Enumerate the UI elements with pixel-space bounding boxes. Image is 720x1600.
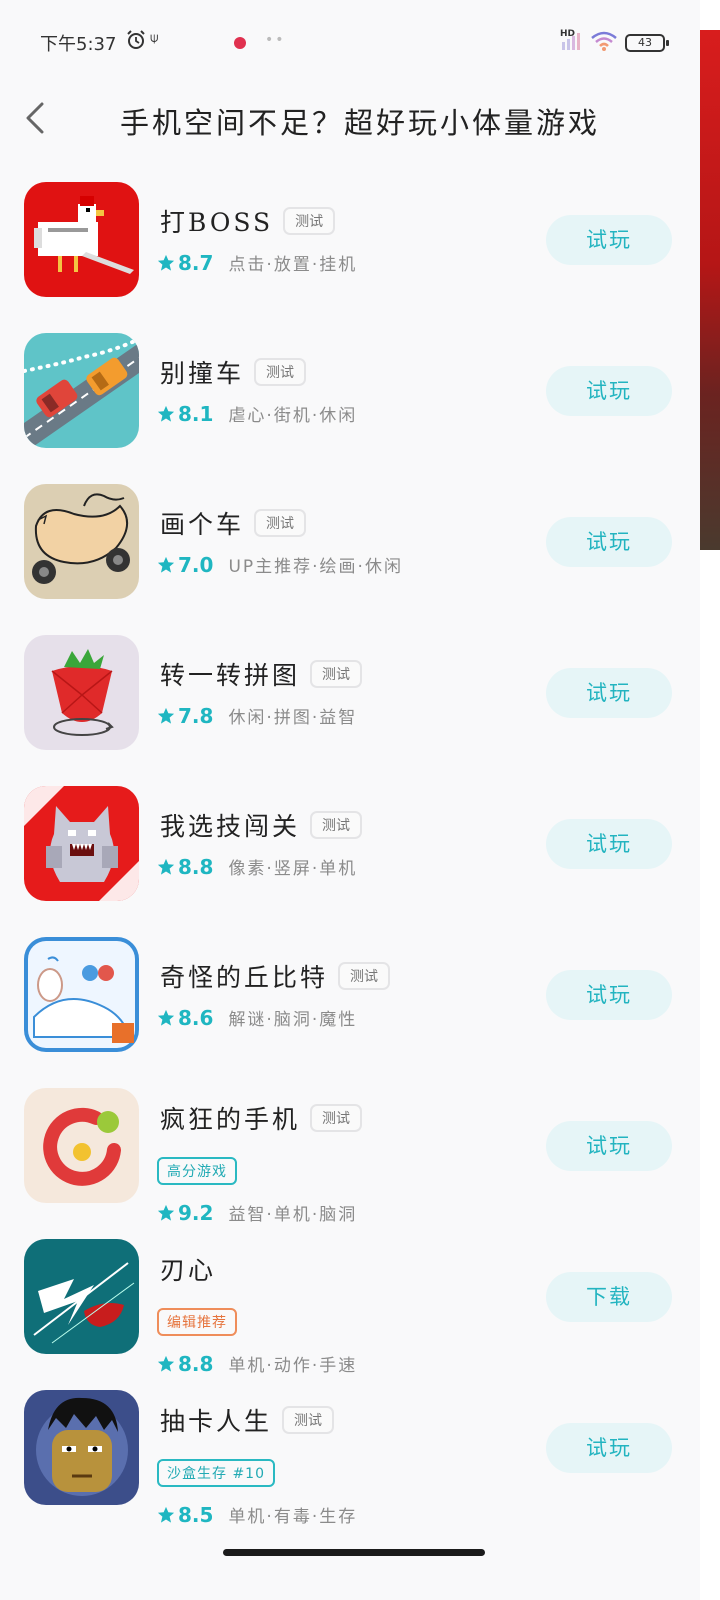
game-row[interactable]: 画个车 测试 7.0 UP主推荐·绘画·休闲 试玩: [0, 472, 700, 623]
cupid-game-icon[interactable]: [24, 937, 139, 1052]
star-icon: [157, 556, 175, 573]
game-row[interactable]: 奇怪的丘比特 测试 8.6 解谜·脑洞·魔性 试玩: [0, 925, 700, 1076]
game-list: 打BOSS 测试 8.7 点击·放置·挂机 试玩 别撞车 测试 8.1 虐心·街…: [0, 170, 700, 1529]
game-name[interactable]: 奇怪的丘比特: [160, 958, 328, 994]
werewolf-game-icon[interactable]: [24, 786, 139, 901]
usb-icon: ⍦: [150, 30, 159, 46]
game-row[interactable]: 转一转拼图 测试 7.8 休闲·拼图·益智 试玩: [0, 623, 700, 774]
game-tags: 解谜·脑洞·魔性: [228, 1010, 358, 1030]
try-play-button[interactable]: 试玩: [546, 1121, 672, 1171]
star-icon: [157, 1009, 175, 1026]
beta-tag: 测试: [282, 1406, 335, 1434]
rating: 8.8: [178, 854, 214, 879]
try-play-button[interactable]: 试玩: [546, 215, 672, 265]
page-title: 手机空间不足？超好玩小体量游戏: [119, 106, 600, 140]
star-icon: [157, 1355, 175, 1372]
star-icon: [157, 1506, 175, 1523]
notification-icon: [234, 37, 246, 49]
game-name[interactable]: 别撞车: [160, 354, 244, 390]
game-name[interactable]: 打BOSS: [160, 203, 273, 239]
home-indicator[interactable]: [223, 1549, 485, 1556]
try-play-button[interactable]: 试玩: [546, 366, 672, 416]
page: 下午5:37 ⍦ •• HD 43 手机空间不足？超好玩小体量游戏 打BOSS …: [0, 0, 700, 1600]
more-notifications-icon: ••: [265, 32, 286, 48]
game-name[interactable]: 转一转拼图: [160, 656, 300, 692]
game-row[interactable]: 疯狂的手机 测试 高分游戏 9.2 益智·单机·脑洞 试玩: [0, 1076, 700, 1227]
game-name[interactable]: 画个车: [160, 505, 244, 541]
signal-icon: HD: [560, 29, 580, 50]
game-row[interactable]: 打BOSS 测试 8.7 点击·放置·挂机 试玩: [0, 170, 700, 321]
game-tags: 休闲·拼图·益智: [228, 708, 358, 728]
rating: 8.7: [178, 250, 214, 275]
game-tags: UP主推荐·绘画·休闲: [228, 557, 403, 577]
crazy-phone-game-icon[interactable]: [24, 1088, 139, 1203]
beta-tag: 测试: [283, 207, 336, 235]
rank-badge: 沙盒生存 #10: [157, 1459, 275, 1487]
game-tags: 虐心·街机·休闲: [228, 406, 358, 426]
battery-indicator: 43: [625, 34, 669, 52]
rating: 8.8: [178, 1351, 214, 1376]
drawn-car-game-icon[interactable]: [24, 484, 139, 599]
try-play-button[interactable]: 试玩: [546, 819, 672, 869]
gacha-life-game-icon[interactable]: [24, 1390, 139, 1505]
rating: 7.0: [178, 552, 214, 577]
highlight-badge: 高分游戏: [157, 1157, 237, 1185]
rating: 7.8: [178, 703, 214, 728]
game-name[interactable]: 疯狂的手机: [160, 1100, 300, 1136]
star-icon: [157, 707, 175, 724]
beta-tag: 测试: [310, 660, 363, 688]
background-edge: [700, 550, 720, 1600]
blade-heart-game-icon[interactable]: [24, 1239, 139, 1354]
beta-tag: 测试: [254, 509, 307, 537]
beta-tag: 测试: [310, 811, 363, 839]
game-tags: 单机·动作·手速: [228, 1356, 358, 1376]
chicken-game-icon[interactable]: [24, 182, 139, 297]
beta-tag: 测试: [338, 962, 391, 990]
status-bar: 下午5:37 ⍦ •• HD 43: [0, 20, 700, 66]
status-time: 下午5:37: [40, 34, 117, 55]
game-tags: 像素·竖屏·单机: [228, 859, 358, 879]
alarm-icon: [127, 30, 145, 49]
game-tags: 点击·放置·挂机: [228, 255, 358, 275]
download-button[interactable]: 下载: [546, 1272, 672, 1322]
back-arrow-icon[interactable]: [22, 100, 48, 136]
cars-game-icon[interactable]: [24, 333, 139, 448]
rating: 8.6: [178, 1005, 214, 1030]
game-name[interactable]: 刃心: [160, 1251, 216, 1287]
game-tags: 单机·有毒·生存: [228, 1507, 358, 1527]
game-row[interactable]: 刃心 编辑推荐 8.8 单机·动作·手速 下载: [0, 1227, 700, 1378]
strawberry-game-icon[interactable]: [24, 635, 139, 750]
star-icon: [157, 405, 175, 422]
beta-tag: 测试: [254, 358, 307, 386]
game-name[interactable]: 我选技闯关: [160, 807, 300, 843]
editor-pick-badge: 编辑推荐: [157, 1308, 237, 1336]
try-play-button[interactable]: 试玩: [546, 517, 672, 567]
game-name[interactable]: 抽卡人生: [160, 1402, 272, 1438]
rating: 9.2: [178, 1200, 214, 1225]
rating: 8.5: [178, 1502, 214, 1527]
star-icon: [157, 1204, 175, 1221]
rating: 8.1: [178, 401, 214, 426]
try-play-button[interactable]: 试玩: [546, 668, 672, 718]
background-card-peek: [700, 30, 720, 550]
beta-tag: 测试: [310, 1104, 363, 1132]
game-row[interactable]: 我选技闯关 测试 8.8 像素·竖屏·单机 试玩: [0, 774, 700, 925]
star-icon: [157, 254, 175, 271]
star-icon: [157, 858, 175, 875]
try-play-button[interactable]: 试玩: [546, 970, 672, 1020]
game-row[interactable]: 抽卡人生 测试 沙盒生存 #10 8.5 单机·有毒·生存 试玩: [0, 1378, 700, 1529]
wifi-icon: [591, 31, 617, 51]
game-row[interactable]: 别撞车 测试 8.1 虐心·街机·休闲 试玩: [0, 321, 700, 472]
game-tags: 益智·单机·脑洞: [228, 1205, 358, 1225]
try-play-button[interactable]: 试玩: [546, 1423, 672, 1473]
